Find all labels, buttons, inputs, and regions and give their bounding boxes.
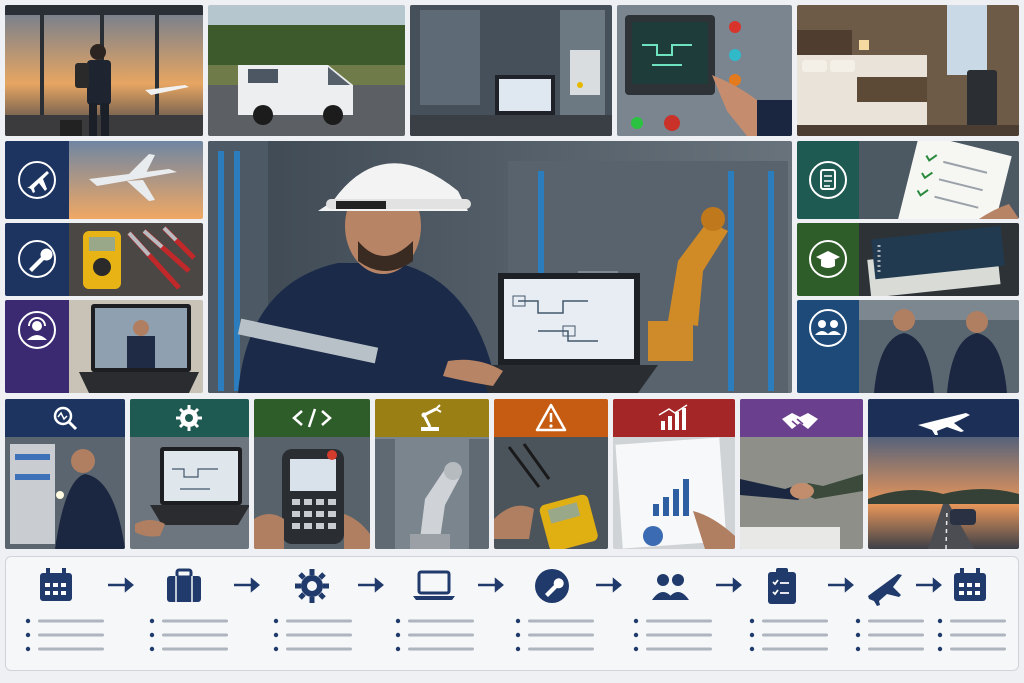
photo-multimeter-tools	[69, 223, 203, 296]
tile-configuration	[130, 399, 249, 549]
tile-robotics	[375, 399, 489, 549]
photo-airplane-sunset	[69, 141, 203, 219]
band-green	[797, 223, 859, 296]
airplane-icon	[868, 574, 902, 606]
photo-service-van	[208, 5, 405, 136]
calendar-icon	[40, 568, 72, 601]
team-icon	[797, 300, 859, 393]
tile-return-travel	[868, 399, 1019, 549]
wrench-icon	[5, 223, 69, 296]
gear-icon	[295, 569, 329, 603]
clipboard-icon	[768, 568, 796, 604]
tile-training	[797, 223, 1019, 296]
band-blue	[797, 300, 859, 393]
tile-safety-measurement	[494, 399, 608, 549]
photo-engineers-discussion	[859, 300, 1019, 393]
tile-collaboration	[797, 300, 1019, 393]
photo-control-panel-touch	[617, 5, 792, 136]
band-teal	[797, 141, 859, 219]
photo-clipboard-checklist	[859, 141, 1019, 219]
band-navy	[5, 141, 69, 219]
hero-engineer-with-laptop	[208, 141, 792, 393]
band-navy-2	[5, 223, 69, 296]
tile-partnership	[740, 399, 863, 549]
calendar-icon	[954, 568, 986, 601]
band-purple	[5, 300, 69, 393]
photo-hotel-room	[797, 5, 1019, 136]
graduation-cap-icon	[797, 223, 859, 296]
headset-user-icon	[5, 300, 69, 393]
collage	[0, 0, 1024, 683]
tile-maintenance	[5, 223, 203, 296]
checklist-icon	[797, 141, 859, 219]
tile-checklist	[797, 141, 1019, 219]
tile-air-travel	[5, 141, 203, 219]
photo-video-call-laptop	[69, 300, 203, 393]
tile-remote-support	[5, 300, 203, 393]
briefcase-icon	[167, 568, 201, 602]
timeline-text-placeholders	[25, 618, 1006, 652]
timeline-panel	[5, 556, 1019, 671]
tile-programming	[254, 399, 370, 549]
laptop-icon	[413, 570, 455, 600]
wrench-icon	[535, 569, 569, 603]
tile-reporting	[613, 399, 735, 549]
timeline-arrows	[108, 577, 942, 593]
photo-airport-traveler	[5, 5, 203, 136]
photo-lab-laptop-equipment	[410, 5, 612, 136]
airplane-icon	[5, 141, 69, 219]
team-icon	[652, 574, 689, 600]
timeline-steps	[25, 568, 1006, 652]
tile-diagnostics	[5, 399, 125, 549]
photo-training-notebooks	[859, 223, 1019, 296]
